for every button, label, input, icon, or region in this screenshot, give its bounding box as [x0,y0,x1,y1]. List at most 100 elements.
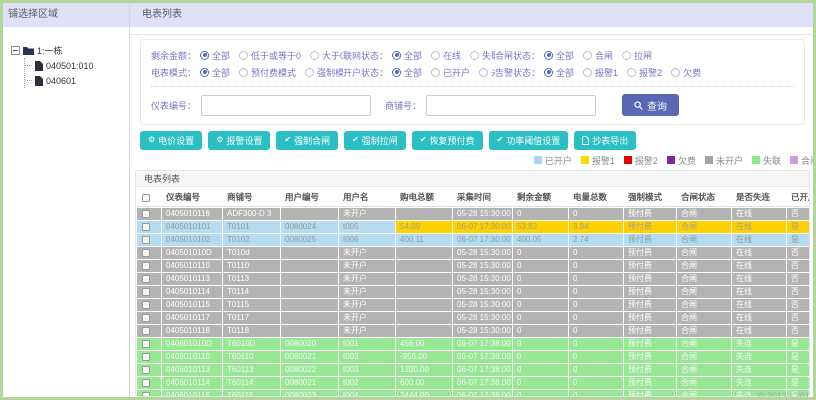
radio-option[interactable]: 报警2 [627,66,662,79]
table-row: 0405010102 T0102 0080025 t006 400.11 06-07 17… [137,233,809,246]
legend-label: 报警2 [634,155,658,166]
table-row: 0405010115 T0115 未开户 05-28 15:30:00 0 0 预付费 合闸在… [137,298,809,311]
radio-option[interactable]: 合闸 [583,49,613,62]
row-checkbox[interactable] [142,314,150,323]
table-cell: 在线 [732,207,786,220]
radio-option-label: 强制模式 [317,67,343,78]
row-checkbox[interactable] [142,236,150,245]
row-checkbox[interactable] [142,353,150,362]
radio-icon[interactable] [305,67,315,77]
toolbar-button[interactable]: ✔ 功率阈值设置 [488,130,569,150]
row-checkbox[interactable] [142,210,150,219]
radio-option[interactable]: 已开户 [431,66,470,79]
query-button[interactable]: 查询 [622,94,680,117]
tree-item[interactable]: 040501:010 [25,58,125,73]
radio-icon[interactable] [671,67,681,77]
radio-option[interactable]: 在线 [431,49,461,62]
legend-swatch [789,156,798,165]
radio-option[interactable]: 失联 [470,49,495,62]
meter-number-input[interactable] [201,94,372,116]
radio-icon[interactable] [470,50,480,60]
radio-icon[interactable] [583,50,593,60]
row-checkbox[interactable] [142,223,150,232]
radio-option[interactable]: 报警1 [583,66,618,79]
radio-icon[interactable] [310,50,320,60]
table-cell: t004 [339,389,395,396]
table-cell: t002 [339,376,395,389]
table-cell: 0 [513,363,568,376]
filter-group: 开户状态： 全部 已开户未开户 [343,66,495,79]
toolbar-button[interactable]: 抄表导出 [574,130,637,150]
row-checkbox-cell [137,324,161,337]
radio-selected-icon[interactable] [200,50,210,60]
table-cell: 0405010115 [162,298,222,311]
row-checkbox[interactable] [142,262,150,271]
table-cell: T60114 [223,376,280,389]
table-cell: 未开户 [339,298,395,311]
radio-option[interactable]: 全部 [200,66,230,79]
radio-icon[interactable] [622,50,632,60]
toolbar-button[interactable]: ⚙ 电价设置 [140,130,203,150]
table-cell: 05-28 15:30:00 [453,311,512,324]
radio-selected-icon[interactable] [392,67,402,77]
radio-selected-icon[interactable] [544,50,554,60]
radio-icon[interactable] [431,50,441,60]
toolbar-button[interactable]: ✔ 强制合闸 [276,130,339,150]
select-all-checkbox[interactable] [142,193,150,202]
table-row: 0405010114 T0114 未开户 05-28 15:30:00 0 0 预付费 合闸在… [137,285,809,298]
table-cell [281,298,338,311]
radio-option[interactable]: 未开户 [479,66,495,79]
radio-option[interactable]: 全部 [392,66,422,79]
legend-label: 未开户 [715,155,743,166]
table-row: 0405010113 T0113 未开户 05-28 15:30:00 0 0 预付费 合闸在… [137,272,809,285]
radio-option[interactable]: 低于或等于0 [239,49,301,62]
tree-root-label: 1:一栋 [37,46,63,56]
toolbar-button[interactable]: ✔ 强制拉闸 [344,130,406,150]
radio-option[interactable]: 全部 [544,66,574,79]
toolbar-button[interactable]: ✔ 恢复预付费 [411,130,483,150]
legend-item: 合闸 [789,154,813,167]
row-checkbox[interactable] [142,392,150,396]
filter-label: 联网状态： [343,50,389,61]
table-cell: T60115 [223,389,280,396]
table-cell: 未开户 [339,272,395,285]
row-checkbox[interactable] [142,275,150,284]
radio-option[interactable]: 强制模式 [305,66,343,79]
radio-option[interactable]: 全部 [392,49,422,62]
tree-item[interactable]: 040601 [25,73,125,88]
table-cell: 0 [513,272,568,285]
radio-icon[interactable] [431,67,441,77]
radio-option[interactable]: 全部 [544,49,574,62]
table-cell: 040601010D [162,337,222,350]
shop-number-input[interactable] [426,94,597,116]
row-checkbox[interactable] [142,327,150,336]
row-checkbox[interactable] [142,249,150,258]
radio-icon[interactable] [583,67,593,77]
row-checkbox-cell [137,363,161,376]
radio-icon[interactable] [239,67,249,77]
toolbar-button[interactable]: ⚙ 报警设置 [208,130,271,150]
row-checkbox[interactable] [142,366,150,375]
radio-selected-icon[interactable] [544,67,554,77]
radio-icon[interactable] [627,67,637,77]
row-checkbox[interactable] [142,301,150,310]
radio-option[interactable]: 拉闸 [622,49,652,62]
radio-icon[interactable] [479,67,489,77]
radio-option[interactable]: 全部 [200,49,230,62]
table-cell: 否 [787,298,809,311]
row-checkbox[interactable] [142,288,150,297]
row-checkbox[interactable] [142,379,150,388]
radio-icon[interactable] [239,50,249,60]
filter-row: 电表模式： 全部 预付费模式 强制模式开户状态： 全部 已开户未开户告警状态： 全部 报警1 报… [151,64,794,81]
radio-option[interactable]: 欠费 [671,66,701,79]
row-checkbox[interactable] [142,340,150,349]
table-cell: 0080021 [281,350,338,363]
radio-selected-icon[interactable] [200,67,210,77]
tree-root-item[interactable]: 1:一栋 [11,43,125,58]
table-cell: 是 [787,350,809,363]
radio-selected-icon[interactable] [392,50,402,60]
table-cell: 合闸 [677,285,731,298]
radio-option[interactable]: 大于0 [310,49,343,62]
collapse-icon[interactable] [11,46,20,55]
radio-option[interactable]: 预付费模式 [239,66,296,79]
